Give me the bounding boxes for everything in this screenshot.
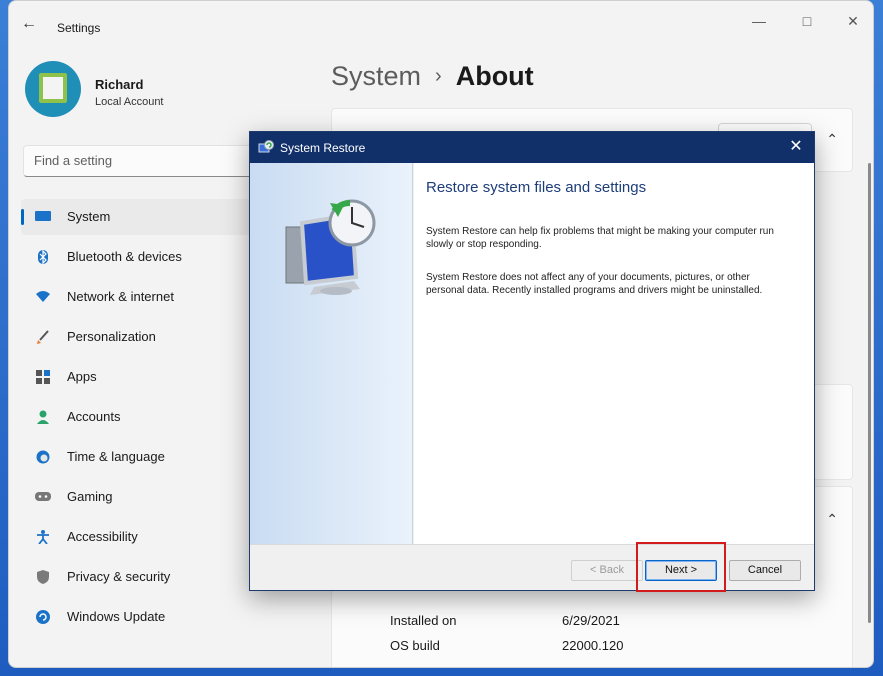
sidebar-item-privacy[interactable]: Privacy & security bbox=[21, 559, 261, 595]
sidebar-item-apps[interactable]: Apps bbox=[21, 359, 261, 395]
dialog-side-panel bbox=[250, 163, 413, 544]
sidebar-item-system[interactable]: System bbox=[21, 199, 261, 235]
update-icon bbox=[35, 610, 51, 624]
sidebar-item-label: Bluetooth & devices bbox=[67, 249, 182, 264]
dialog-title: System Restore bbox=[280, 141, 366, 155]
accessibility-icon bbox=[35, 530, 51, 545]
system-restore-dialog: System Restore ✕ Restore system files an… bbox=[249, 131, 815, 592]
wifi-icon bbox=[35, 290, 51, 304]
system-restore-icon bbox=[258, 140, 274, 153]
spec-label: OS build bbox=[390, 638, 440, 653]
sidebar-item-accessibility[interactable]: Accessibility bbox=[21, 519, 261, 555]
scrollbar[interactable] bbox=[868, 163, 871, 623]
apps-icon bbox=[35, 370, 51, 384]
spec-installed-on: Installed on 6/29/2021 bbox=[390, 613, 620, 628]
sidebar-item-gaming[interactable]: Gaming bbox=[21, 479, 261, 515]
next-button-highlight bbox=[636, 542, 726, 592]
spec-value: 6/29/2021 bbox=[562, 613, 620, 628]
dialog-footer: < Back Next > Cancel bbox=[250, 544, 814, 590]
sidebar-item-label: Gaming bbox=[67, 489, 113, 504]
profile-account-type: Local Account bbox=[95, 96, 164, 108]
dialog-paragraph: System Restore can help fix problems tha… bbox=[426, 226, 774, 250]
globe-clock-icon bbox=[35, 450, 51, 464]
dialog-paragraph: System Restore does not affect any of yo… bbox=[426, 272, 763, 296]
page-title: About bbox=[455, 61, 534, 91]
chevron-up-icon[interactable]: ⌃ bbox=[826, 511, 838, 528]
dialog-heading: Restore system files and settings bbox=[426, 179, 647, 196]
brush-icon bbox=[35, 330, 51, 344]
sidebar-nav: System Bluetooth & devices Network & int… bbox=[21, 199, 261, 639]
app-title: Settings bbox=[57, 21, 101, 35]
cancel-button[interactable]: Cancel bbox=[729, 560, 801, 581]
sidebar-item-label: Apps bbox=[67, 369, 97, 384]
sidebar-item-time-language[interactable]: Time & language bbox=[21, 439, 261, 475]
breadcrumb: System › About bbox=[331, 61, 534, 92]
search-input[interactable]: Find a setting bbox=[23, 145, 263, 177]
sidebar-item-label: Network & internet bbox=[67, 289, 174, 304]
sidebar-item-network[interactable]: Network & internet bbox=[21, 279, 261, 315]
chevron-up-icon[interactable]: ⌃ bbox=[826, 131, 838, 148]
shield-icon bbox=[35, 570, 51, 584]
breadcrumb-parent[interactable]: System bbox=[331, 61, 421, 91]
person-icon bbox=[35, 410, 51, 424]
close-icon[interactable]: ✕ bbox=[786, 137, 806, 157]
dialog-title-bar: System Restore ✕ bbox=[250, 132, 814, 163]
back-button[interactable]: < Back bbox=[571, 560, 643, 581]
bluetooth-icon bbox=[35, 249, 51, 265]
system-restore-illustration-icon bbox=[285, 199, 376, 295]
sidebar-item-windows-update[interactable]: Windows Update bbox=[21, 599, 261, 635]
breadcrumb-separator: › bbox=[435, 65, 442, 87]
sidebar-item-label: Privacy & security bbox=[67, 569, 171, 584]
sidebar-item-label: Accounts bbox=[67, 409, 121, 424]
back-arrow-icon[interactable]: ← bbox=[21, 16, 41, 32]
dialog-main-panel: Restore system files and settings System… bbox=[414, 163, 814, 544]
avatar bbox=[25, 61, 81, 117]
sidebar-item-label: System bbox=[67, 209, 111, 224]
gamepad-icon bbox=[35, 490, 51, 504]
sidebar-item-label: Windows Update bbox=[67, 609, 166, 624]
sidebar-item-personalization[interactable]: Personalization bbox=[21, 319, 261, 355]
spec-value: 22000.120 bbox=[562, 638, 624, 653]
sidebar-item-accounts[interactable]: Accounts bbox=[21, 399, 261, 435]
system-icon bbox=[35, 210, 51, 224]
sidebar-item-label: Personalization bbox=[67, 329, 156, 344]
sidebar-item-label: Accessibility bbox=[67, 529, 138, 544]
sidebar-item-bluetooth[interactable]: Bluetooth & devices bbox=[21, 239, 261, 275]
sidebar-item-label: Time & language bbox=[67, 449, 165, 464]
profile-name: Richard bbox=[95, 77, 144, 92]
spec-label: Installed on bbox=[390, 613, 457, 628]
spec-os-build: OS build 22000.120 bbox=[390, 638, 623, 653]
